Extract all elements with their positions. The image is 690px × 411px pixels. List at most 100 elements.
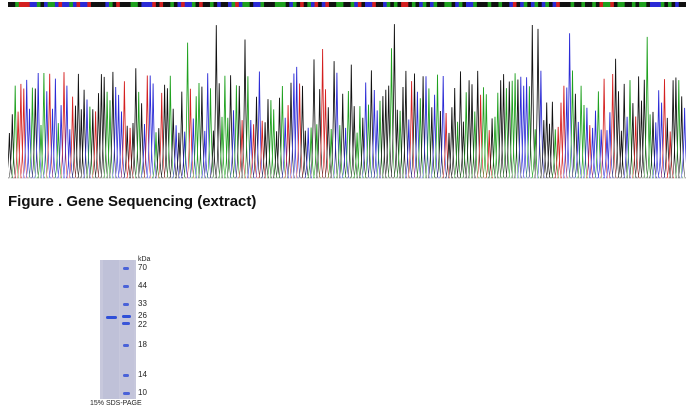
base-cell <box>76 2 81 7</box>
base-cell <box>72 2 77 7</box>
base-cell <box>509 2 514 7</box>
base-cell <box>570 2 575 7</box>
base-cell <box>581 2 586 7</box>
sequence-color-strip <box>8 2 686 7</box>
base-cell <box>130 2 135 7</box>
base-cell <box>166 2 171 7</box>
base-cell <box>40 2 45 7</box>
base-cell <box>350 2 355 7</box>
trace-peak <box>453 121 462 179</box>
base-cell <box>292 2 297 7</box>
base-cell <box>62 2 67 7</box>
base-cell <box>437 2 442 7</box>
base-cell <box>206 2 211 7</box>
base-cell <box>238 2 243 7</box>
base-cell <box>617 2 622 7</box>
base-cell <box>260 2 265 7</box>
sample-band <box>106 316 117 319</box>
base-cell <box>516 2 521 7</box>
base-cell <box>307 2 312 7</box>
trace-peak <box>65 129 74 179</box>
base-cell <box>285 2 290 7</box>
base-cell <box>271 2 276 7</box>
base-cell <box>108 2 113 7</box>
base-cell <box>303 2 308 7</box>
base-cell <box>563 2 568 7</box>
base-cell <box>54 2 59 7</box>
base-cell <box>94 2 99 7</box>
base-cell <box>90 2 95 7</box>
base-cell <box>105 2 110 7</box>
marker-label-70: 70 <box>138 263 147 272</box>
base-cell <box>336 2 341 7</box>
base-cell <box>660 2 665 7</box>
base-cell <box>209 2 214 7</box>
base-cell <box>429 2 434 7</box>
base-cell <box>469 2 474 7</box>
base-cell <box>159 2 164 7</box>
base-cell <box>69 2 74 7</box>
base-cell <box>47 2 52 7</box>
base-cell <box>325 2 330 7</box>
base-cell <box>231 2 236 7</box>
trace-peak <box>36 124 46 179</box>
base-cell <box>408 2 413 7</box>
base-cell <box>552 2 557 7</box>
base-cell <box>141 2 146 7</box>
base-cell <box>264 2 269 7</box>
base-cell <box>98 2 103 7</box>
marker-label-33: 33 <box>138 299 147 308</box>
trace-peak <box>599 78 609 179</box>
base-cell <box>592 2 597 7</box>
trace-peak <box>312 124 322 179</box>
base-cell <box>163 2 168 7</box>
base-cell <box>220 2 225 7</box>
base-cell <box>8 2 13 7</box>
marker-label-26: 26 <box>138 311 147 320</box>
base-cell <box>480 2 485 7</box>
base-cell <box>621 2 626 7</box>
base-cell <box>372 2 377 7</box>
base-cell <box>267 2 272 7</box>
sample-lane <box>103 260 119 399</box>
base-cell <box>253 2 258 7</box>
base-cell <box>80 2 85 7</box>
base-cell <box>249 2 254 7</box>
base-cell <box>447 2 452 7</box>
base-cell <box>148 2 153 7</box>
base-cell <box>242 2 247 7</box>
base-cell <box>631 2 636 7</box>
base-cell <box>494 2 499 7</box>
base-cell <box>682 2 686 7</box>
base-cell <box>235 2 240 7</box>
base-cell <box>624 2 629 7</box>
ladder-lane <box>120 260 134 399</box>
marker-label-22: 22 <box>138 320 147 329</box>
base-cell <box>675 2 680 7</box>
trace-peak <box>309 59 319 179</box>
base-cell <box>26 2 31 7</box>
base-cell <box>487 2 492 7</box>
trace-peak <box>574 121 583 179</box>
base-cell <box>224 2 229 7</box>
trace-peak <box>237 120 247 179</box>
base-cell <box>451 2 456 7</box>
base-cell <box>505 2 510 7</box>
base-cell <box>498 2 503 7</box>
base-cell <box>491 2 496 7</box>
trace-peak <box>200 130 209 179</box>
base-cell <box>538 2 543 7</box>
base-cell <box>119 2 124 7</box>
base-cell <box>300 2 305 7</box>
base-cell <box>379 2 384 7</box>
base-cell <box>195 2 200 7</box>
base-cell <box>318 2 323 7</box>
base-cell <box>545 2 550 7</box>
base-cell <box>51 2 56 7</box>
base-cell <box>556 2 561 7</box>
base-cell <box>527 2 532 7</box>
base-cell <box>36 2 41 7</box>
base-cell <box>343 2 348 7</box>
base-cell <box>33 2 38 7</box>
base-cell <box>599 2 604 7</box>
